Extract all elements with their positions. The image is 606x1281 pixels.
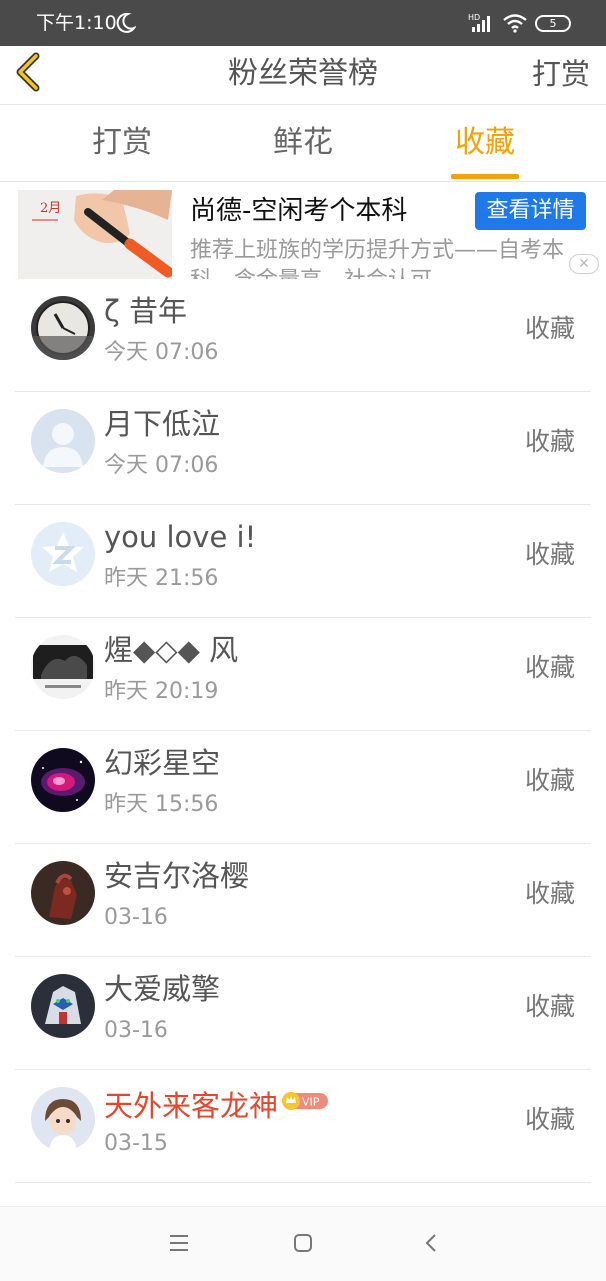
favorite-time: 昨天 15:56 [104,792,219,817]
avatar [31,296,95,360]
avatar [31,974,95,1038]
list-item[interactable]: ζ 昔年 今天 07:06 收藏 [15,279,591,392]
user-name: 安吉尔洛樱 [104,859,250,893]
list-item[interactable]: 大爱威擎 03-16 收藏 [15,957,591,1070]
top-app-bar: 粉丝荣誉榜 打赏 [0,46,606,105]
favorite-time: 03-15 [104,1131,168,1156]
user-name: 月下低泣 [104,407,221,441]
favorite-label: 收藏 [524,992,575,1021]
hd-label: HD [468,13,480,22]
tab-bar: 打赏 鲜花 收藏 [0,105,606,182]
avatar [31,748,95,812]
list-item[interactable]: you love i! 昨天 21:56 收藏 [15,505,591,618]
user-name: 大爱威擎 [104,972,221,1006]
tab-flowers[interactable]: 鲜花 [243,123,363,163]
avatar [31,409,95,473]
wifi-icon [503,14,527,33]
favorite-time: 昨天 20:19 [104,679,219,704]
user-name: you love i! [104,520,257,554]
list-item[interactable]: 月下低泣 今天 07:06 收藏 [15,392,591,505]
avatar [31,635,95,699]
user-name: 煋◆◇◆ 风 [104,633,239,667]
ad-close-icon[interactable]: ✕ [569,254,599,274]
ad-title: 尚德-空闲考个本科 [190,196,408,226]
moon-icon [116,12,136,33]
favorite-label: 收藏 [524,653,575,682]
favorite-time: 昨天 21:56 [104,566,219,591]
tab-reward[interactable]: 打赏 [62,123,182,163]
favorite-label: 收藏 [524,766,575,795]
favorite-time: 今天 07:06 [104,453,219,478]
favorite-label: 收藏 [524,1105,575,1134]
user-name: ζ 昔年 [104,294,187,328]
favorite-label: 收藏 [524,427,575,456]
ad-image: 2月 [18,190,172,279]
list-item[interactable]: 煋◆◇◆ 风 昨天 20:19 收藏 [15,618,591,731]
tab-favorites[interactable]: 收藏 [425,123,545,163]
ad-details-button[interactable]: 查看详情 [475,192,586,230]
avatar [31,861,95,925]
ad-description: 推荐上班族的学历提升方式——自考本科，含金量高，社会认可 [190,238,565,279]
page-title: 粉丝荣誉榜 [228,56,378,91]
favorite-time: 03-16 [104,1018,168,1043]
list-item[interactable]: 天外来客龙神 VIP 03-15 收藏 [15,1070,591,1183]
ad-image-text: 2月 [40,201,61,216]
favorite-label: 收藏 [524,314,575,343]
user-name-vip: 天外来客龙神 VIP [104,1083,330,1125]
back-icon[interactable] [424,1233,438,1253]
status-bar: 下午1:10 HD 5 [0,0,606,46]
favorite-label: 收藏 [524,540,575,569]
status-time: 下午1:10 [36,12,117,34]
active-tab-indicator [451,174,519,179]
list-item[interactable]: 幻彩星空 昨天 15:56 收藏 [15,731,591,844]
favorite-label: 收藏 [524,879,575,908]
fan-list: ζ 昔年 今天 07:06 收藏 月下低泣 今天 07:06 收藏 you lo… [0,279,606,1183]
home-icon[interactable] [293,1233,313,1253]
signal-icon: HD [468,13,490,32]
user-name-text: 天外来客龙神 [104,1089,279,1123]
vip-badge: VIP [280,1083,330,1110]
avatar [31,522,95,586]
system-nav-bar [0,1206,606,1281]
avatar [31,1087,95,1151]
reward-button[interactable]: 打赏 [532,54,590,94]
list-item[interactable]: 安吉尔洛樱 03-16 收藏 [15,844,591,957]
menu-icon[interactable] [168,1233,190,1253]
user-name: 幻彩星空 [104,746,221,780]
favorite-time: 今天 07:06 [104,340,219,365]
favorite-time: 03-16 [104,905,168,930]
ad-banner[interactable]: 2月 尚德-空闲考个本科 查看详情 推荐上班族的学历提升方式——自考本科，含金量… [0,182,606,279]
vip-label: VIP [302,1096,320,1109]
battery-icon: 5 [535,15,571,32]
